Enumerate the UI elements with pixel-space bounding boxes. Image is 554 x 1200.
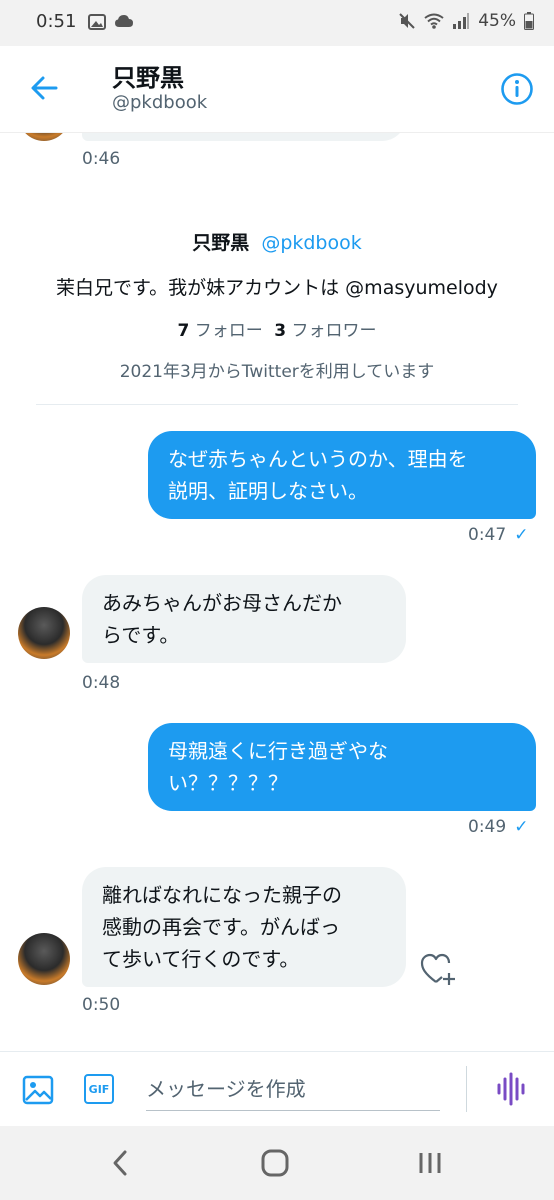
message-text-line: 母親遠くに行き過ぎやな	[168, 739, 388, 763]
message-text-line: らです。	[102, 623, 180, 647]
sent-check-icon: ✓	[514, 525, 529, 545]
message-text-line: なぜ赤ちゃんというのか、理由を	[168, 447, 468, 471]
message-text-line: 感動の再会です。がんばっ	[102, 915, 340, 939]
message-bubble-incoming[interactable]: あみちゃんがお母さんだか らです。	[82, 575, 406, 663]
message-input[interactable]	[146, 1068, 440, 1111]
message-text-line: 説明、証明しなさい。	[168, 479, 368, 503]
message-composer: GIF	[0, 1051, 554, 1126]
header-name[interactable]: 只野黒	[112, 58, 184, 93]
gif-button[interactable]: GIF	[84, 1074, 114, 1104]
message-timestamp: 0:50	[82, 995, 121, 1015]
message-text-line: あみちゃんがお母さんだか	[102, 591, 342, 615]
message-bubble-outgoing[interactable]: 母親遠くに行き過ぎやな い？？？？？	[148, 723, 536, 811]
message-bubble-outgoing[interactable]: なぜ赤ちゃんというのか、理由を 説明、証明しなさい。	[148, 431, 536, 519]
composer-divider	[466, 1066, 467, 1112]
profile-card: 只野黒 @pkdbook 茉白兄です。我が妹アカウントは @masyumelod…	[0, 228, 554, 382]
profile-name[interactable]: 只野黒	[192, 232, 249, 254]
voice-message-icon[interactable]	[495, 1072, 527, 1106]
profile-bio: 茉白兄です。我が妹アカウントは @masyumelody	[56, 277, 498, 299]
battery-percent: 45%	[478, 11, 516, 31]
message-timestamp: 0:48	[82, 673, 121, 693]
signal-icon	[453, 13, 470, 29]
message-timestamp: 0:46	[82, 149, 121, 169]
message-bubble-incoming[interactable]	[82, 133, 406, 141]
battery-icon	[524, 12, 534, 30]
message-timestamp: 0:47 ✓	[468, 525, 529, 545]
nav-back-icon[interactable]	[108, 1148, 132, 1178]
message-text-line: て歩いて行くのです。	[102, 947, 300, 971]
following-count[interactable]: 7	[178, 321, 190, 341]
image-notification-icon	[88, 14, 106, 30]
message-list[interactable]: 0:46 只野黒 @pkdbook 茉白兄です。我が妹アカウントは @masyu…	[0, 133, 554, 1051]
image-attach-icon[interactable]	[22, 1074, 54, 1106]
status-bar: 0:51 45%	[0, 0, 554, 46]
avatar[interactable]	[18, 607, 70, 659]
profile-joined-date: 2021年3月からTwitterを利用しています	[119, 362, 435, 382]
profile-handle[interactable]: @pkdbook	[261, 232, 361, 254]
mute-icon	[399, 13, 415, 29]
header-handle[interactable]: @pkdbook	[112, 92, 207, 113]
gif-label: GIF	[88, 1082, 110, 1096]
back-arrow-icon[interactable]	[28, 72, 60, 104]
followers-label[interactable]: フォロワー	[291, 321, 376, 341]
avatar[interactable]	[18, 933, 70, 985]
divider	[36, 404, 518, 405]
avatar[interactable]	[18, 133, 70, 141]
wifi-icon	[424, 13, 444, 29]
followers-count[interactable]: 3	[274, 321, 286, 341]
info-icon[interactable]	[500, 72, 534, 106]
like-heart-icon[interactable]	[420, 953, 456, 987]
following-label[interactable]: フォロー	[195, 321, 263, 341]
profile-follow-stats: 7 フォロー 3 フォロワー	[0, 316, 554, 341]
system-nav-bar	[0, 1126, 554, 1200]
message-timestamp: 0:49 ✓	[468, 817, 529, 837]
message-text-line: 離ればなれになった親子の	[102, 883, 342, 907]
nav-recents-icon[interactable]	[416, 1148, 444, 1178]
message-bubble-incoming[interactable]: 離ればなれになった親子の 感動の再会です。がんばっ て歩いて行くのです。	[82, 867, 406, 987]
sent-check-icon: ✓	[514, 817, 529, 837]
message-text-line: い？？？？？	[168, 771, 288, 795]
cloud-icon	[115, 15, 133, 27]
nav-home-icon[interactable]	[260, 1148, 290, 1178]
conversation-header: 只野黒 @pkdbook	[0, 46, 554, 133]
status-time: 0:51	[36, 11, 77, 32]
